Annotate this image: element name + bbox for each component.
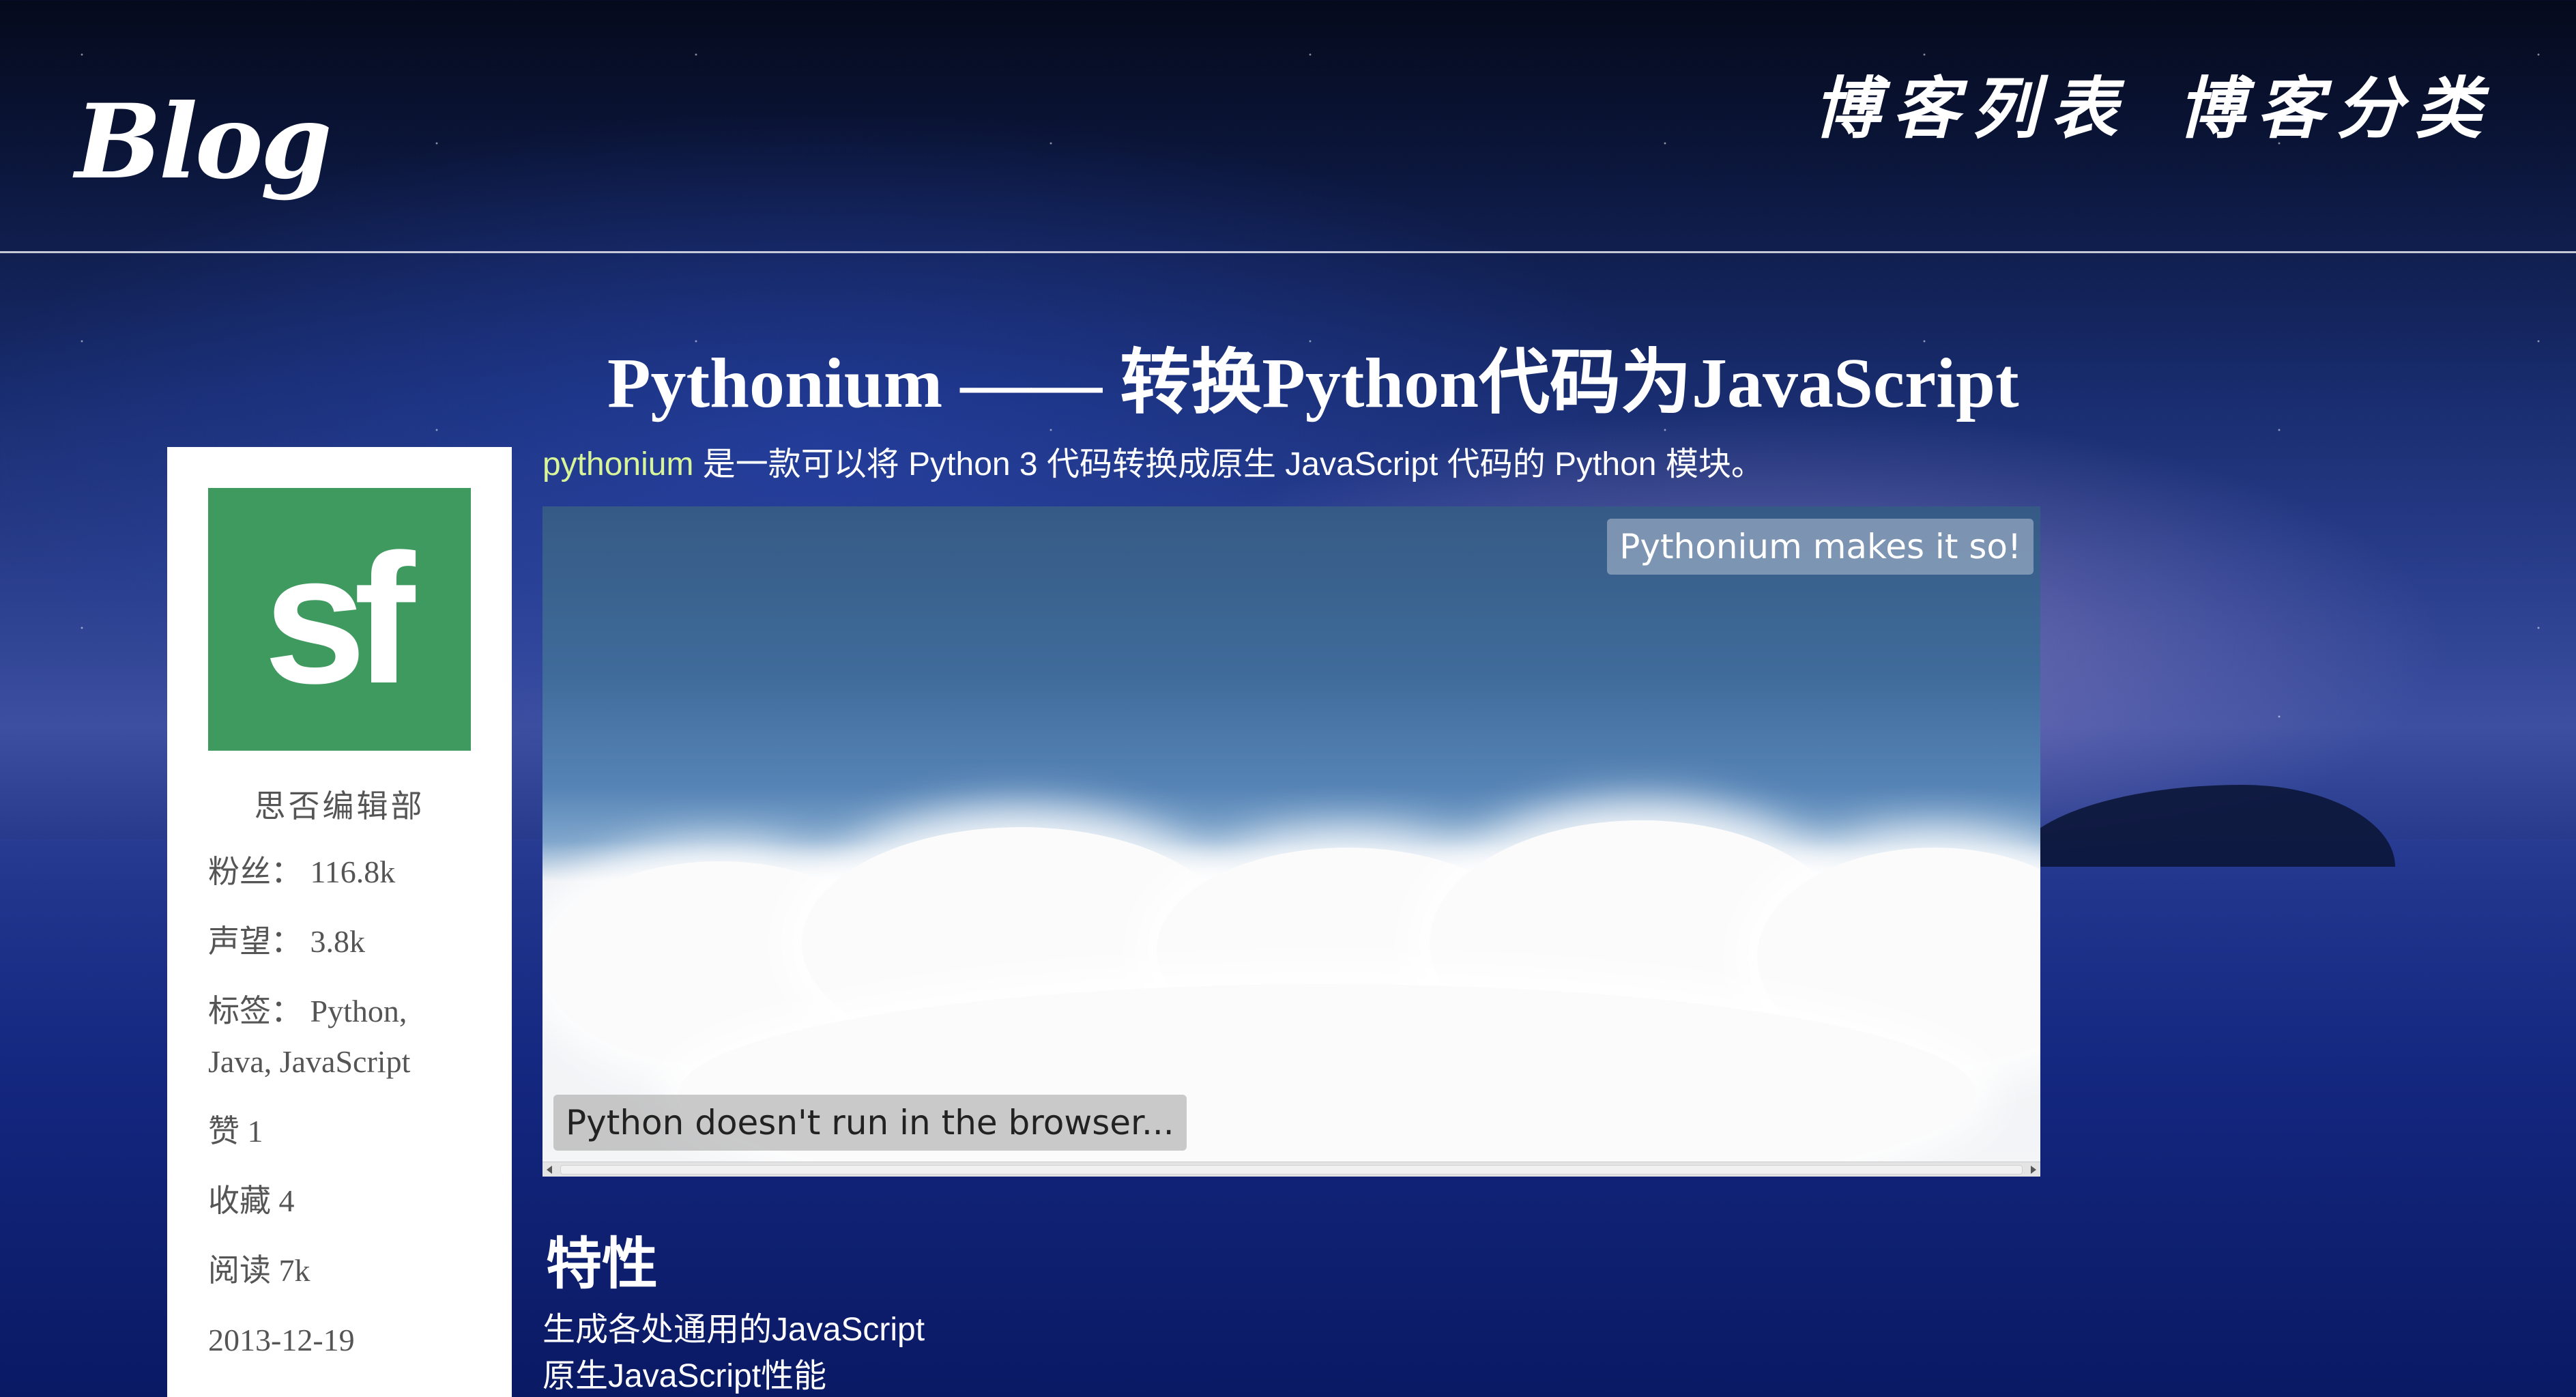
scroll-right-icon[interactable]	[2031, 1166, 2036, 1174]
main-nav: 博客列表 博客分类	[1813, 55, 2494, 152]
reads-count: 阅读 7k	[208, 1253, 310, 1288]
scrollbar-thumb[interactable]	[560, 1165, 2023, 1175]
features-heading: 特性	[546, 1233, 659, 1295]
demo-embed-frame[interactable]: Pythonium makes it so! Python doesn't ru…	[542, 506, 2040, 1177]
caption-top: Pythonium makes it so!	[1607, 519, 2034, 575]
nav-blog-list[interactable]: 博客列表	[1813, 55, 2130, 152]
pythonium-link[interactable]: pythonium	[542, 446, 693, 483]
author-name[interactable]: 思否编辑部	[208, 781, 471, 826]
feature-item: 生成各处通用的JavaScript	[542, 1312, 925, 1348]
reputation-count: 声望： 3.8k	[208, 924, 365, 959]
article-intro: pythonium 是一款可以将 Python 3 代码转换成原生 JavaSc…	[542, 437, 1764, 485]
tags: 标签： Python, Java, JavaScript	[208, 994, 411, 1079]
article-title: Pythonium —— 转换Python代码为JavaScript	[607, 344, 2019, 422]
feature-item: 原生JavaScript性能	[542, 1358, 827, 1394]
author-card: sf 思否编辑部 粉丝： 116.8k 声望： 3.8k 标签： Python,…	[167, 447, 512, 1397]
header-divider	[0, 251, 2576, 253]
horizontal-scrollbar[interactable]	[542, 1162, 2040, 1177]
avatar-text: sf	[263, 516, 415, 722]
features-list: 生成各处通用的JavaScript 原生JavaScript性能	[542, 1307, 925, 1397]
intro-text: 是一款可以将 Python 3 代码转换成原生 JavaScript 代码的 P…	[693, 446, 1764, 483]
scroll-left-icon[interactable]	[547, 1166, 552, 1174]
likes-count: 赞 1	[208, 1114, 263, 1149]
favorites-count: 收藏 4	[208, 1183, 295, 1218]
avatar[interactable]: sf	[208, 488, 471, 751]
fans-count: 粉丝： 116.8k	[208, 854, 396, 889]
author-stats: 粉丝： 116.8k 声望： 3.8k 标签： Python, Java, Ja…	[208, 847, 471, 1366]
publish-date: 2013-12-19	[208, 1323, 355, 1357]
site-header: Blog 博客列表 博客分类	[0, 0, 2576, 253]
brand-logo[interactable]: Blog	[75, 82, 332, 202]
nav-blog-categories[interactable]: 博客分类	[2177, 55, 2494, 152]
caption-bottom: Python doesn't run in the browser...	[553, 1095, 1187, 1151]
